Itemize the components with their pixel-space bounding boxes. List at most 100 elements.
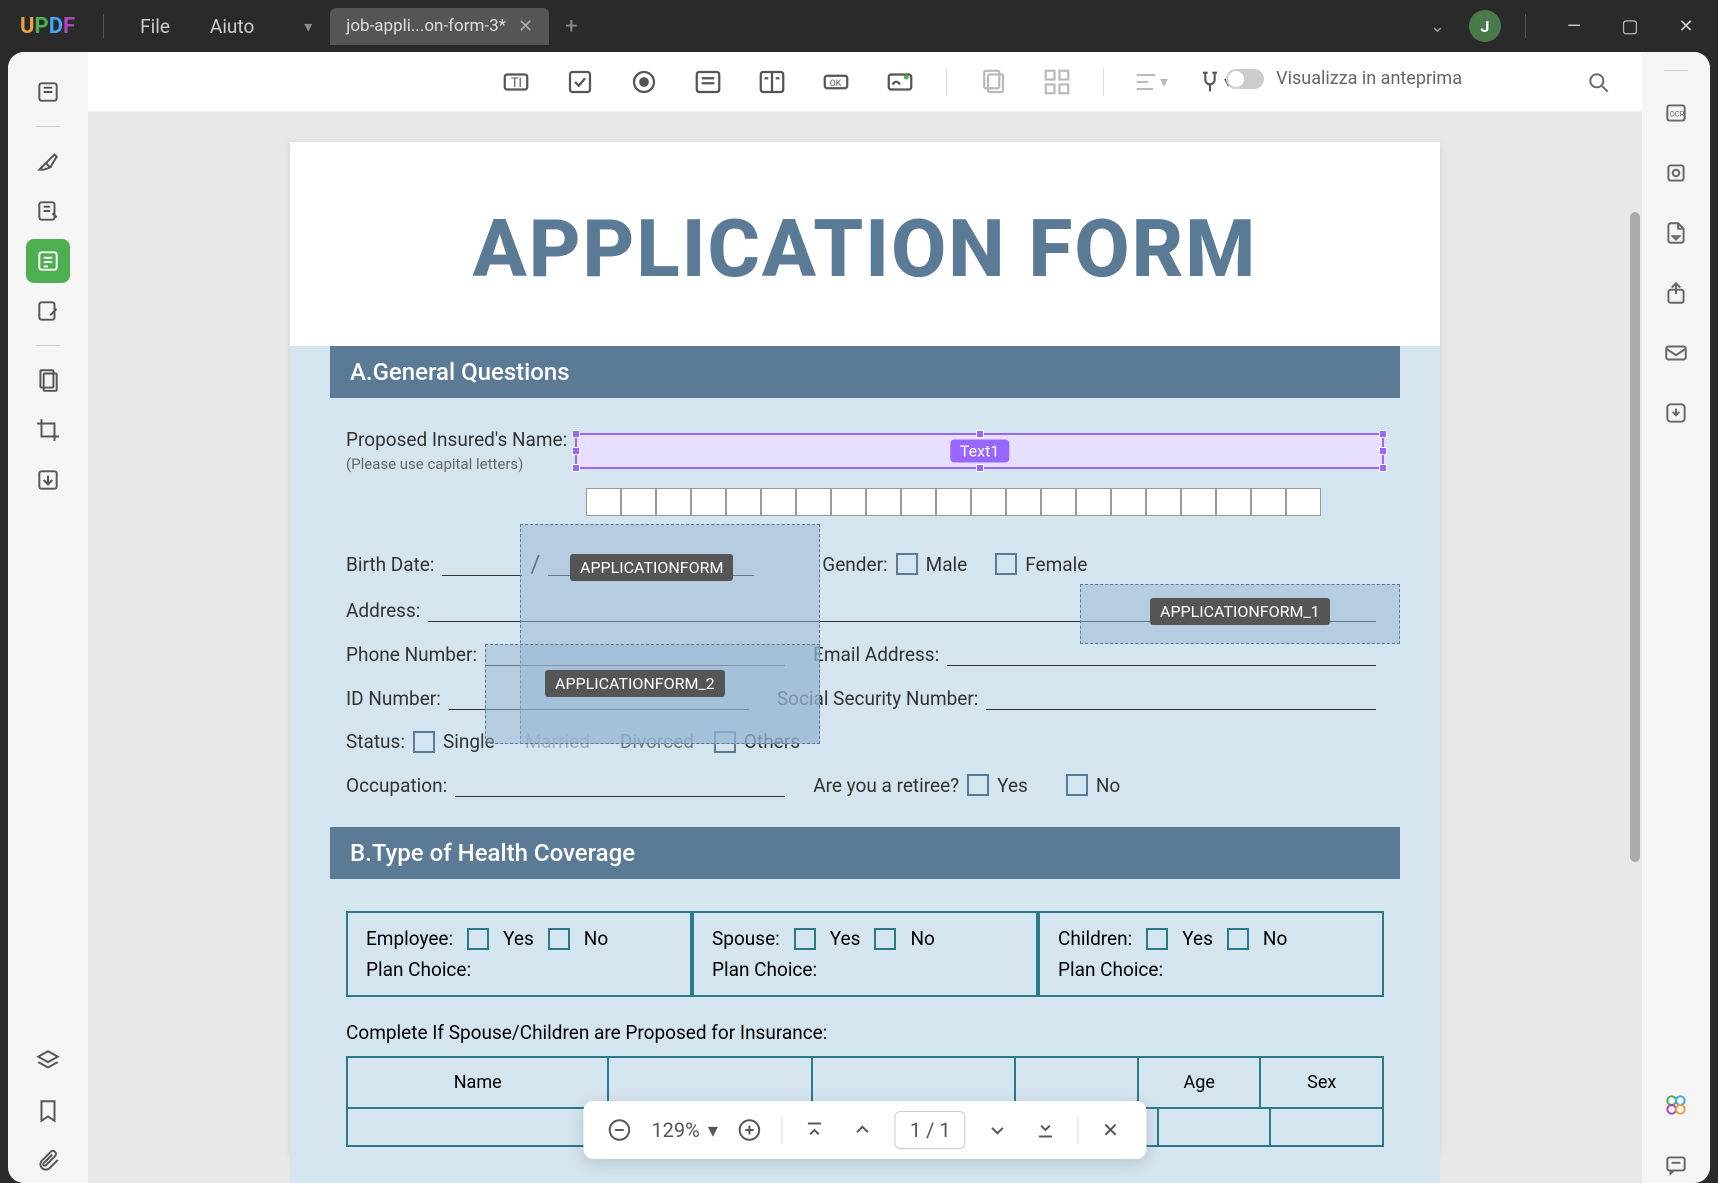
listbox-tool-icon[interactable]: [754, 64, 790, 100]
resize-handle[interactable]: [976, 464, 984, 472]
retiree-yes-checkbox[interactable]: [967, 774, 989, 796]
app-logo: UPDF: [8, 14, 87, 39]
ocr-icon[interactable]: OCR: [1658, 95, 1694, 131]
sp-yes-checkbox[interactable]: [794, 928, 816, 950]
field-label-overlay: APPLICATIONFORM_1: [1150, 598, 1330, 625]
bookmark-icon[interactable]: [26, 1089, 70, 1133]
prev-page-button[interactable]: [847, 1114, 879, 1146]
emp-yes-checkbox[interactable]: [467, 928, 489, 950]
zoom-bar: 129% ▾ 1 / 1 ✕: [583, 1101, 1146, 1159]
comment-icon[interactable]: [1658, 1147, 1694, 1183]
close-zoom-bar[interactable]: ✕: [1095, 1114, 1127, 1146]
resize-handle[interactable]: [1379, 464, 1387, 472]
male-checkbox[interactable]: [896, 553, 918, 575]
vertical-scrollbar[interactable]: [1630, 212, 1640, 862]
maximize-button[interactable]: ▢: [1606, 8, 1654, 44]
document-tab[interactable]: job-appli...on-form-3* ✕: [330, 8, 549, 45]
separator: [782, 1116, 783, 1144]
ch-no-checkbox[interactable]: [1227, 928, 1249, 950]
save-icon[interactable]: [1658, 395, 1694, 431]
female-checkbox[interactable]: [995, 553, 1017, 575]
email-icon[interactable]: [1658, 335, 1694, 371]
checkbox-tool-icon[interactable]: [562, 64, 598, 100]
page-indicator[interactable]: 1 / 1: [895, 1111, 966, 1149]
spouse-box: Spouse: Yes No Plan Choice:: [692, 911, 1038, 997]
next-page-button[interactable]: [982, 1114, 1014, 1146]
complete-if-label: Complete If Spouse/Children are Proposed…: [346, 1021, 1384, 1044]
resize-handle[interactable]: [572, 447, 580, 455]
employee-box: Employee: Yes No Plan Choice:: [346, 911, 692, 997]
extract-tool-icon[interactable]: [26, 458, 70, 502]
tab-area: ▾ job-appli...on-form-3* ✕ +: [294, 8, 1430, 45]
signature-tool-icon[interactable]: [882, 64, 918, 100]
svg-text:OK: OK: [830, 78, 842, 88]
email-label: Email Address:: [813, 643, 939, 666]
toggle-switch[interactable]: [1226, 69, 1264, 89]
resize-handle[interactable]: [572, 464, 580, 472]
resize-handle[interactable]: [976, 430, 984, 438]
preview-toggle[interactable]: Visualizza in anteprima: [1226, 68, 1462, 89]
menu-help[interactable]: Aiuto: [190, 15, 274, 38]
pdf-page: APPLICATION FORM A.General Questions Pro…: [290, 142, 1440, 1153]
zoom-value[interactable]: 129% ▾: [651, 1118, 717, 1142]
copy-tool-icon[interactable]: [975, 64, 1011, 100]
phone-label: Phone Number:: [346, 643, 477, 666]
children-box: Children: Yes No Plan Choice:: [1038, 911, 1384, 997]
sign-tool-icon[interactable]: [26, 289, 70, 333]
single-checkbox[interactable]: [413, 731, 435, 753]
tab-home-icon[interactable]: ▾: [294, 12, 322, 40]
crop-tool-icon[interactable]: [26, 408, 70, 452]
titlebar: UPDF File Aiuto ▾ job-appli...on-form-3*…: [0, 0, 1718, 52]
ch-yes-checkbox[interactable]: [1146, 928, 1168, 950]
search-icon[interactable]: [1586, 70, 1612, 102]
occupation-label: Occupation:: [346, 774, 447, 797]
retiree-no-checkbox[interactable]: [1066, 774, 1088, 796]
divider: [103, 14, 104, 38]
edit-tool-icon[interactable]: [26, 189, 70, 233]
convert-icon[interactable]: [1658, 215, 1694, 251]
ai-assistant-icon[interactable]: [1658, 1087, 1694, 1123]
text-field-tool-icon[interactable]: TI: [498, 64, 534, 100]
divider: [1525, 14, 1526, 38]
minimize-button[interactable]: —: [1550, 8, 1598, 44]
field-label-overlay: APPLICATIONFORM: [570, 554, 733, 581]
main-area: TI OK ▾ ▾ Visualizza in anteprima APPLIC…: [8, 52, 1710, 1183]
thumbnail-tool-icon[interactable]: [26, 70, 70, 114]
right-sidebar: OCR: [1642, 52, 1710, 1183]
address-label: Address:: [346, 599, 420, 622]
highlight-tool-icon[interactable]: [26, 139, 70, 183]
emp-no-checkbox[interactable]: [548, 928, 570, 950]
button-tool-icon[interactable]: OK: [818, 64, 854, 100]
separator: [946, 68, 947, 96]
chevron-down-icon[interactable]: ⌄: [1430, 16, 1445, 37]
form-tool-icon[interactable]: [26, 239, 70, 283]
align-tool-icon[interactable]: ▾: [1132, 64, 1168, 100]
radio-tool-icon[interactable]: [626, 64, 662, 100]
close-tab-icon[interactable]: ✕: [518, 16, 533, 37]
compress-icon[interactable]: [1658, 155, 1694, 191]
organize-tool-icon[interactable]: [26, 358, 70, 402]
share-icon[interactable]: [1658, 275, 1694, 311]
dropdown-tool-icon[interactable]: [690, 64, 726, 100]
sp-no-checkbox[interactable]: [874, 928, 896, 950]
resize-handle[interactable]: [572, 430, 580, 438]
add-tab-button[interactable]: +: [565, 14, 577, 39]
selected-text-field[interactable]: Text1: [575, 433, 1384, 469]
document-viewport[interactable]: APPLICATION FORM A.General Questions Pro…: [88, 112, 1642, 1183]
first-page-button[interactable]: [799, 1114, 831, 1146]
resize-handle[interactable]: [1379, 430, 1387, 438]
last-page-button[interactable]: [1030, 1114, 1062, 1146]
attachment-icon[interactable]: [26, 1139, 70, 1183]
resize-handle[interactable]: [1379, 447, 1387, 455]
window-controls: ⌄ J — ▢ ✕: [1430, 8, 1710, 44]
zoom-out-button[interactable]: [603, 1114, 635, 1146]
close-window-button[interactable]: ✕: [1662, 8, 1710, 44]
separator: [1103, 68, 1104, 96]
grid-tool-icon[interactable]: [1039, 64, 1075, 100]
menu-file[interactable]: File: [120, 15, 190, 38]
proposed-name-label: Proposed Insured's Name:: [346, 428, 567, 451]
layers-icon[interactable]: [26, 1039, 70, 1083]
tab-label: job-appli...on-form-3*: [346, 16, 506, 36]
user-avatar[interactable]: J: [1469, 10, 1501, 42]
zoom-in-button[interactable]: [734, 1114, 766, 1146]
